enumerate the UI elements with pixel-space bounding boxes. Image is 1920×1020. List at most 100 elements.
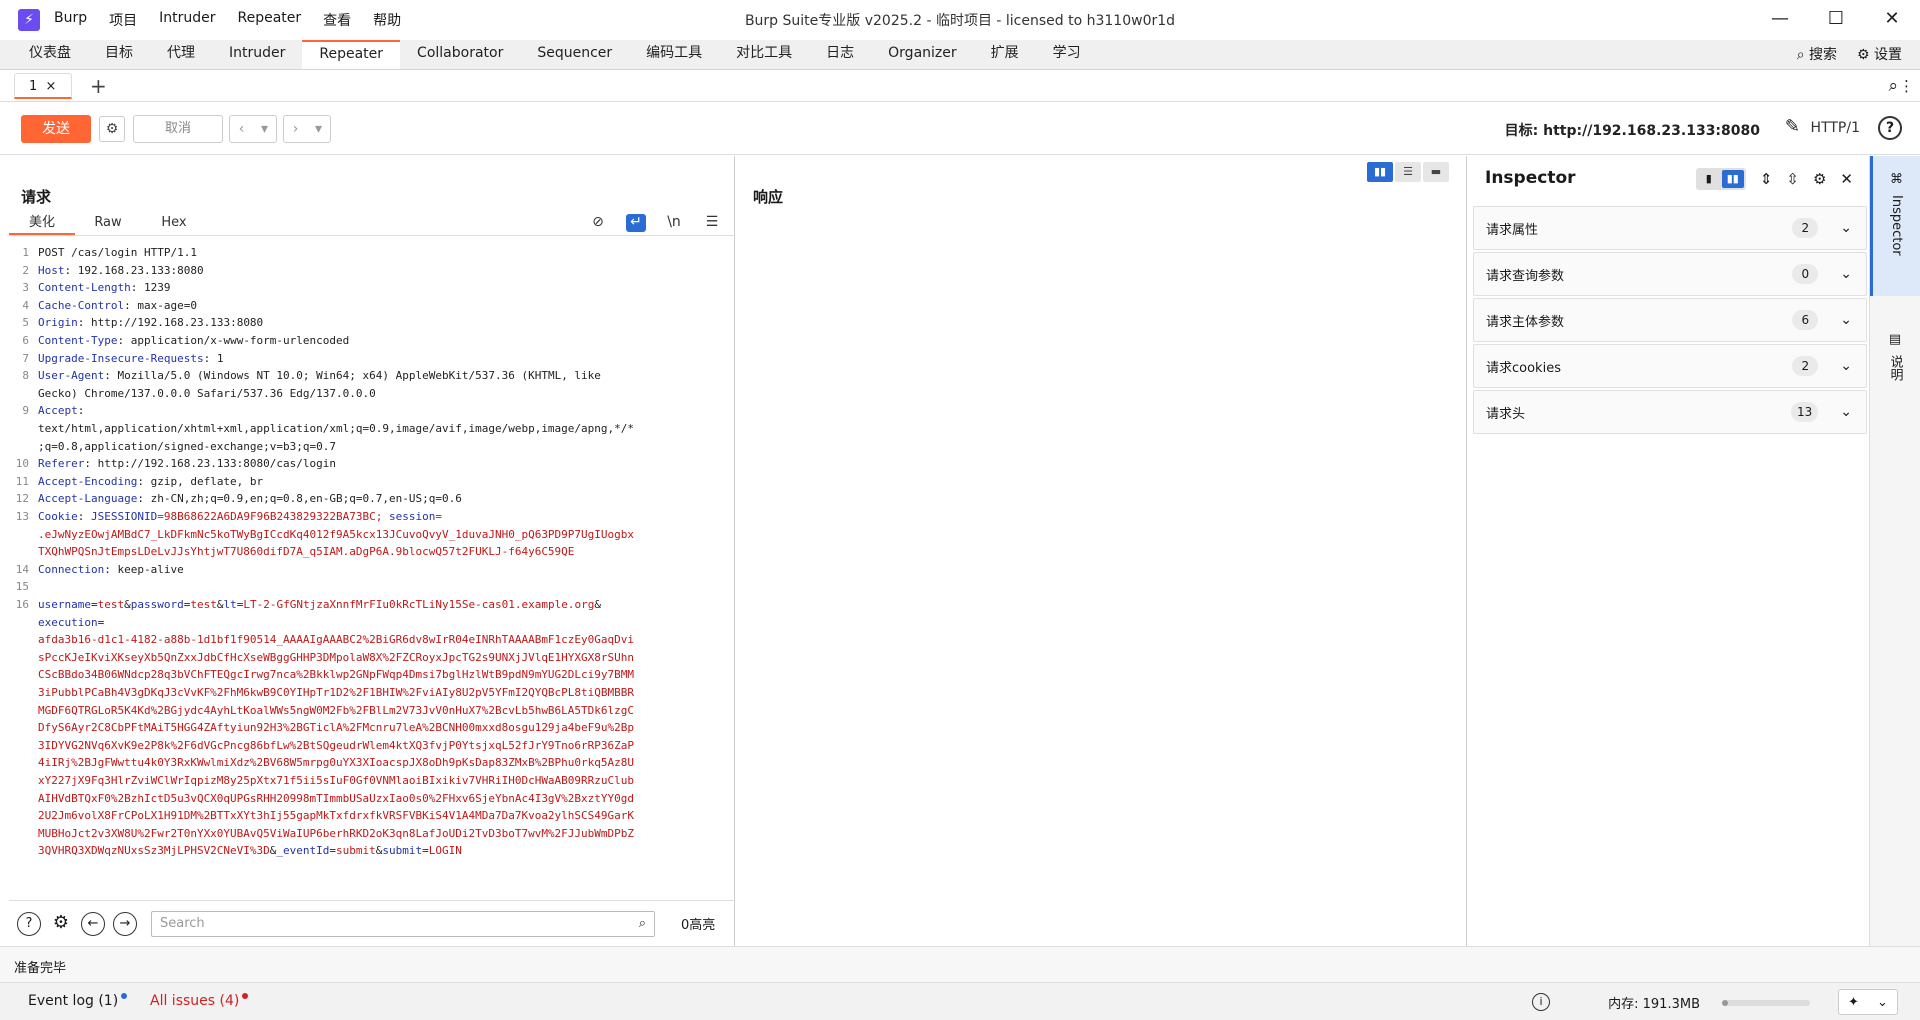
- repeater-tab-1[interactable]: 1 ×: [14, 72, 72, 99]
- maximize-button[interactable]: ☐: [1808, 0, 1864, 40]
- send-settings-button[interactable]: ⚙: [99, 115, 125, 142]
- send-button[interactable]: 发送: [21, 114, 91, 143]
- body-line: username=test&password=test&lt=LT-2-GfGN…: [38, 598, 601, 611]
- cancel-button[interactable]: 取消: [133, 114, 223, 143]
- tab-hex[interactable]: Hex: [141, 212, 207, 235]
- inspector-layout-toggle[interactable]: ▮ ▮▮: [1695, 168, 1746, 190]
- tab-logger[interactable]: 日志: [809, 40, 871, 69]
- arrow-right-icon[interactable]: →: [113, 911, 137, 936]
- tab-collaborator[interactable]: Collaborator: [400, 40, 520, 69]
- gear-icon: ⚙: [105, 120, 119, 137]
- body-line: afda3b16-d1c1-4182-a88b-1d1bf1f90514_AAA…: [38, 633, 635, 647]
- menu-repeater[interactable]: Repeater: [238, 10, 302, 30]
- document-icon: ▤: [1888, 332, 1902, 347]
- line-number: 6: [22, 334, 29, 347]
- close-window-button[interactable]: ✕: [1864, 0, 1920, 40]
- header-line: Accept-Language: zh-CN,zh;q=0.9,en;q=0.8…: [38, 492, 462, 506]
- repeater-tabs: 1 × + ⌕ ⋮: [0, 70, 1920, 102]
- inspector-panel: Inspector ▮ ▮▮ ⇕ ⇳ ⚙ ✕ 请求属性 2 ⌄ 请求查询参数 0 ⌄ 请求…: [1469, 156, 1869, 946]
- chevron-left-icon: ‹: [238, 120, 245, 137]
- dropdown-icon[interactable]: ▾: [253, 121, 276, 137]
- arrow-left-icon[interactable]: ←: [81, 911, 105, 936]
- close-tab-icon[interactable]: ×: [46, 79, 57, 94]
- tab-learn[interactable]: 学习: [1036, 40, 1098, 69]
- tab-intruder[interactable]: Intruder: [212, 40, 302, 69]
- header-line: ;q=0.8,application/signed-exchange;v=b3;…: [38, 439, 337, 453]
- header-line: User-Agent: Mozilla/5.0 (Windows NT 10.0…: [38, 369, 601, 383]
- tab-comparer[interactable]: 对比工具: [719, 40, 809, 69]
- tab-extensions[interactable]: 扩展: [974, 40, 1036, 69]
- search-button[interactable]: ⌕ 搜索: [1797, 44, 1837, 64]
- section-headers[interactable]: 请求头 13 ⌄: [1473, 390, 1867, 434]
- tab-raw[interactable]: Raw: [75, 212, 141, 235]
- wrap-lines-icon[interactable]: ↵: [626, 214, 646, 232]
- tab-sequencer[interactable]: Sequencer: [520, 40, 629, 69]
- tab-pretty[interactable]: 美化: [9, 212, 75, 235]
- tab-search-icon[interactable]: ⌕: [1888, 76, 1898, 96]
- tab-decoder[interactable]: 编码工具: [629, 40, 719, 69]
- menu-help[interactable]: 帮助: [373, 10, 401, 30]
- layout-wide-icon[interactable]: ▮▮: [1721, 170, 1744, 188]
- help-icon[interactable]: ?: [17, 911, 41, 936]
- back-button[interactable]: ‹ ▾: [229, 114, 277, 143]
- info-icon[interactable]: i: [1532, 993, 1550, 1011]
- more-menu-icon[interactable]: ⋮: [1899, 77, 1914, 95]
- search-input[interactable]: Search ⌕: [151, 910, 655, 937]
- tab-organizer[interactable]: Organizer: [871, 40, 973, 69]
- issues-dot-icon: [242, 993, 249, 999]
- menu-intruder[interactable]: Intruder: [159, 10, 215, 30]
- layout-narrow-icon[interactable]: ▮: [1698, 170, 1720, 188]
- event-log-button[interactable]: Event log (1): [28, 993, 128, 1009]
- body-line: 3iPubblPCaBh4V3gDKqJ3cVvKF%2FhM6kwB9C0YI…: [38, 686, 635, 699]
- newline-icon[interactable]: \n: [664, 214, 684, 232]
- layout-stacked-icon[interactable]: ☰: [1395, 162, 1421, 182]
- section-query-params[interactable]: 请求查询参数 0 ⌄: [1473, 252, 1867, 296]
- tab-repeater[interactable]: Repeater: [302, 40, 401, 69]
- line-number: 5: [22, 316, 29, 330]
- request-editor[interactable]: 1 POST /cas/login HTTP/1.1 2 Host: 192.168.…: [9, 244, 729, 884]
- menu-burp[interactable]: Burp: [54, 10, 87, 30]
- edit-target-icon[interactable]: ✎: [1785, 116, 1800, 137]
- menu-project[interactable]: 项目: [109, 10, 137, 30]
- status-text: 准备完毕: [14, 961, 67, 976]
- body-line: 3QVHRQ3XDWqzNUxsSz3MjLPHSV2CNeVI%3D&_eve…: [38, 844, 462, 858]
- right-sidebar: ⌘ Inspector ▤ 说明: [1869, 156, 1920, 946]
- dropdown-icon[interactable]: ▾: [307, 121, 330, 137]
- close-icon[interactable]: ✕: [1840, 170, 1853, 188]
- response-title: 响应: [753, 188, 784, 206]
- chevron-down-icon: ⌄: [1840, 220, 1852, 236]
- window-controls: — ☐ ✕: [1752, 0, 1920, 40]
- hide-nonprintable-icon[interactable]: ⊘: [588, 214, 608, 232]
- add-tab-button[interactable]: +: [90, 74, 107, 98]
- menu-view[interactable]: 查看: [323, 10, 351, 30]
- gear-icon[interactable]: ⚙: [1813, 170, 1826, 188]
- http-version[interactable]: HTTP/1: [1811, 120, 1860, 136]
- layout-tabs-icon[interactable]: ▬: [1423, 162, 1449, 182]
- forward-button[interactable]: › ▾: [283, 114, 331, 143]
- sparkle-icon: ✦: [1848, 994, 1859, 1010]
- all-issues-button[interactable]: All issues (4): [150, 993, 249, 1009]
- help-icon[interactable]: ?: [1878, 116, 1902, 140]
- tab-proxy[interactable]: 代理: [150, 40, 212, 69]
- expand-all-icon[interactable]: ⇕: [1760, 170, 1773, 188]
- line-number: 13: [15, 510, 29, 523]
- ai-button[interactable]: ✦ ⌄: [1838, 989, 1898, 1015]
- minimize-button[interactable]: —: [1752, 0, 1808, 40]
- collapse-all-icon[interactable]: ⇳: [1786, 170, 1799, 188]
- line-number: 2: [22, 263, 29, 277]
- tab-dashboard[interactable]: 仪表盘: [12, 40, 88, 69]
- line-number: 4: [22, 298, 29, 312]
- request-pane: 请求 美化 Raw Hex ⊘ ↵ \n ☰ 1 POST /cas/login …: [9, 156, 735, 946]
- cookie-line: TXQhWPQSnJtEmpsLDeLvJJsYhtjwT7U860difD7A…: [38, 545, 575, 559]
- layout-side-by-side-icon[interactable]: ▮▮: [1367, 162, 1393, 182]
- sidebar-tab-inspector[interactable]: ⌘ Inspector: [1870, 156, 1920, 296]
- section-request-attributes[interactable]: 请求属性 2 ⌄: [1473, 206, 1867, 250]
- settings-button[interactable]: ⚙ 设置: [1857, 44, 1902, 64]
- section-body-params[interactable]: 请求主体参数 6 ⌄: [1473, 298, 1867, 342]
- section-cookies[interactable]: 请求cookies 2 ⌄: [1473, 344, 1867, 388]
- gear-icon[interactable]: ⚙: [49, 912, 73, 936]
- header-line: Cache-Control: max-age=0: [38, 298, 197, 312]
- tab-target[interactable]: 目标: [88, 40, 150, 69]
- sidebar-tab-notes[interactable]: ▤ 说明: [1870, 332, 1920, 432]
- menu-icon[interactable]: ☰: [702, 214, 722, 232]
